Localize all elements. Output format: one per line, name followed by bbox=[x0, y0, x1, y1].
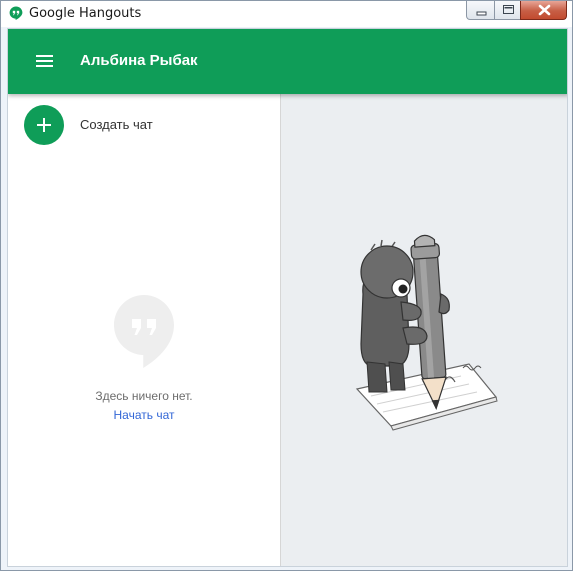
start-chat-link[interactable]: Начать чат bbox=[8, 408, 280, 422]
quote-bubble-icon bbox=[114, 295, 174, 368]
conversation-view-panel bbox=[281, 94, 567, 566]
maximize-button[interactable] bbox=[494, 1, 521, 20]
close-button[interactable] bbox=[520, 1, 567, 20]
conversation-list-panel: Создать чат Здесь ничего нет. Начать чат bbox=[8, 94, 281, 566]
character-with-pencil-illustration bbox=[355, 234, 498, 431]
window-title: Google Hangouts bbox=[29, 6, 142, 21]
hangouts-app: Альбина Рыбак Создать чат Здесь ничего н… bbox=[7, 28, 568, 567]
menu-button[interactable] bbox=[30, 47, 58, 75]
hangouts-logo-icon bbox=[9, 6, 23, 20]
plus-icon bbox=[24, 105, 64, 145]
new-chat-button[interactable]: Создать чат bbox=[24, 105, 264, 145]
app-window: Google Hangouts Альбина Рыбак Создать ча… bbox=[0, 0, 573, 571]
user-name: Альбина Рыбак bbox=[80, 52, 198, 69]
close-icon bbox=[538, 4, 551, 16]
new-chat-label: Создать чат bbox=[80, 117, 153, 132]
maximize-icon bbox=[503, 5, 514, 14]
title-bar[interactable]: Google Hangouts bbox=[1, 1, 572, 27]
empty-state-text: Здесь ничего нет. bbox=[95, 389, 193, 403]
app-header: Альбина Рыбак bbox=[8, 29, 567, 94]
minimize-button[interactable] bbox=[466, 1, 495, 20]
minimize-icon bbox=[476, 11, 487, 16]
